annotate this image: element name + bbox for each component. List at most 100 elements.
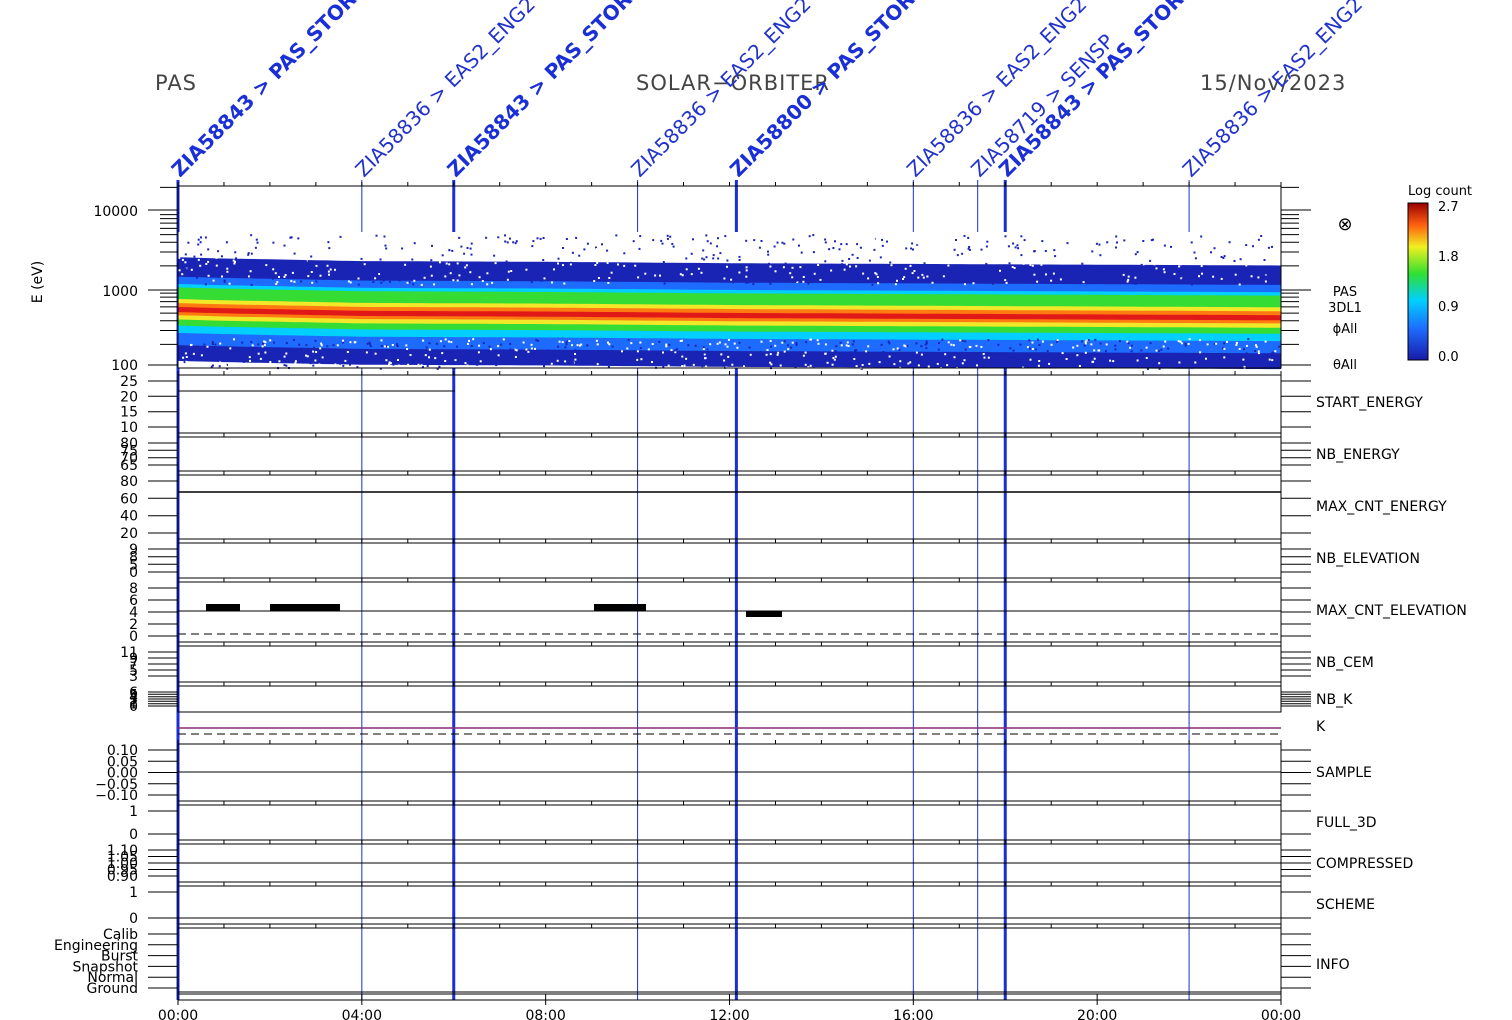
spectrogram-speckle — [342, 364, 345, 367]
spectrogram-speckle — [345, 257, 348, 260]
spectrogram-speckle — [985, 363, 988, 366]
spectrogram-speckle — [1053, 249, 1056, 252]
spectrogram-speckle — [980, 345, 983, 348]
spectrogram-speckle — [1158, 362, 1161, 365]
x-tick-label: 00:00 — [1261, 1008, 1301, 1020]
spectrogram-speckle — [264, 341, 267, 344]
spectrogram-speckle — [594, 360, 597, 363]
spectrogram-speckle — [706, 240, 709, 243]
spectrogram-speckle — [783, 242, 786, 245]
spectrogram-speckle — [779, 364, 782, 367]
spectrogram-speckle — [388, 363, 391, 366]
spectrogram-speckle — [1031, 348, 1034, 350]
spectrogram-speckle — [1061, 246, 1064, 249]
spectrogram-speckle — [993, 262, 996, 265]
spectrogram-speckle — [197, 238, 200, 241]
spectrogram-speckle — [941, 338, 944, 341]
spectrogram-speckle — [702, 249, 705, 252]
spectrogram-speckle — [445, 349, 448, 352]
spectrogram-speckle — [432, 242, 435, 245]
spectrogram-speckle — [485, 236, 488, 239]
spectrogram-speckle — [726, 265, 728, 268]
spectrogram-speckle — [404, 263, 407, 266]
spectrogram-speckle — [897, 271, 900, 274]
spectrogram-speckle — [504, 234, 506, 237]
spectrogram-speckle — [839, 341, 842, 344]
x-tick-label: 12:00 — [709, 1008, 749, 1020]
spectrogram-speckle — [1001, 278, 1004, 281]
colorbar: Log count 2.7 1.8 0.9 0.0 — [1407, 184, 1472, 365]
max-cnt-elevation-burst — [206, 604, 240, 611]
spectrogram-speckle — [1072, 346, 1075, 349]
spectrogram-speckle — [659, 249, 662, 252]
spectrogram-speckle — [285, 342, 288, 345]
spectrogram-speckle — [890, 264, 893, 267]
spectrogram-speckle — [575, 246, 578, 249]
spectrogram-speckle — [261, 345, 264, 348]
spectrogram-speckle — [1199, 339, 1201, 342]
colorbar-gradient — [1407, 202, 1429, 361]
spectrogram-speckle — [882, 351, 885, 353]
spectrogram-speckle — [332, 344, 335, 347]
spectrogram-speckle — [475, 354, 478, 357]
ytick-10000: 10000 — [93, 204, 138, 220]
spectrogram-speckle — [636, 358, 639, 361]
spectrogram-speckle — [824, 352, 827, 355]
spectrogram-speckle — [251, 344, 254, 347]
spectrogram-speckle — [1245, 352, 1248, 355]
spectrogram-speckle — [651, 355, 654, 358]
spectrogram-speckle — [670, 349, 673, 352]
spectrogram-speckle — [1090, 343, 1093, 346]
spectrogram-speckle — [1091, 360, 1094, 363]
spectrogram-speckle — [309, 362, 312, 365]
spectrogram-speckle — [536, 240, 539, 243]
spectrogram-speckle — [726, 361, 729, 364]
spectrogram-speckle — [743, 365, 745, 368]
spectrogram-speckle — [271, 355, 274, 358]
spectrogram-speckle — [1149, 342, 1152, 345]
panel-scheme: SCHEME 1 0 — [129, 885, 1375, 927]
spectrogram-speckle — [922, 276, 925, 279]
spectrogram-speckle — [225, 241, 228, 244]
spectrogram-speckle — [514, 251, 517, 254]
spectrogram-speckle — [559, 356, 561, 359]
spectrogram-speckle — [290, 360, 293, 362]
spectrogram-speckle — [438, 261, 441, 264]
spectrogram-speckle — [745, 266, 748, 269]
spectrogram-speckle — [406, 281, 409, 284]
spectrogram-speckle — [557, 257, 560, 260]
spectrogram-speckle — [509, 342, 512, 345]
spectrogram-speckle — [411, 258, 414, 261]
spectrogram-speckle — [369, 264, 372, 267]
spectrogram-speckle — [863, 359, 866, 361]
spectrogram-speckle — [385, 359, 388, 362]
panel-label: SAMPLE — [1316, 765, 1372, 781]
spectrogram-speckle — [780, 248, 783, 251]
spectrogram-speckle — [1179, 280, 1182, 283]
spectrogram-speckle — [299, 353, 302, 356]
spectrogram-speckle — [1048, 362, 1051, 365]
spectrogram-speckle — [595, 252, 598, 255]
spectrogram-speckle — [332, 266, 335, 269]
spectrogram-speckle — [293, 339, 295, 341]
spectrogram-speckle — [781, 353, 784, 356]
spectrogram-speckle — [832, 247, 835, 249]
spectrogram-speckle — [787, 348, 790, 351]
panel-tick-label: 15 — [120, 405, 138, 421]
spectrogram-speckle — [522, 351, 525, 354]
spectrogram-speckle — [336, 344, 339, 347]
spectrogram-speckle — [719, 235, 722, 237]
spectrogram-speckle — [402, 275, 405, 278]
spectrogram-speckle — [397, 359, 399, 361]
spectrogram-speckle — [269, 361, 272, 363]
spectrogram-speckle — [540, 279, 543, 282]
panel-tick-label: −0.10 — [95, 788, 138, 804]
spectrogram-speckle — [1065, 358, 1068, 360]
spectrogram-speckle — [712, 257, 715, 260]
spectrogram-speckle — [278, 246, 281, 249]
spectrogram-speckle — [506, 278, 509, 281]
spectrogram-speckle — [879, 256, 882, 259]
spectrogram-speckle — [748, 281, 750, 284]
spectrogram-speckle — [847, 359, 850, 362]
spectrogram-speckle — [1206, 266, 1209, 269]
